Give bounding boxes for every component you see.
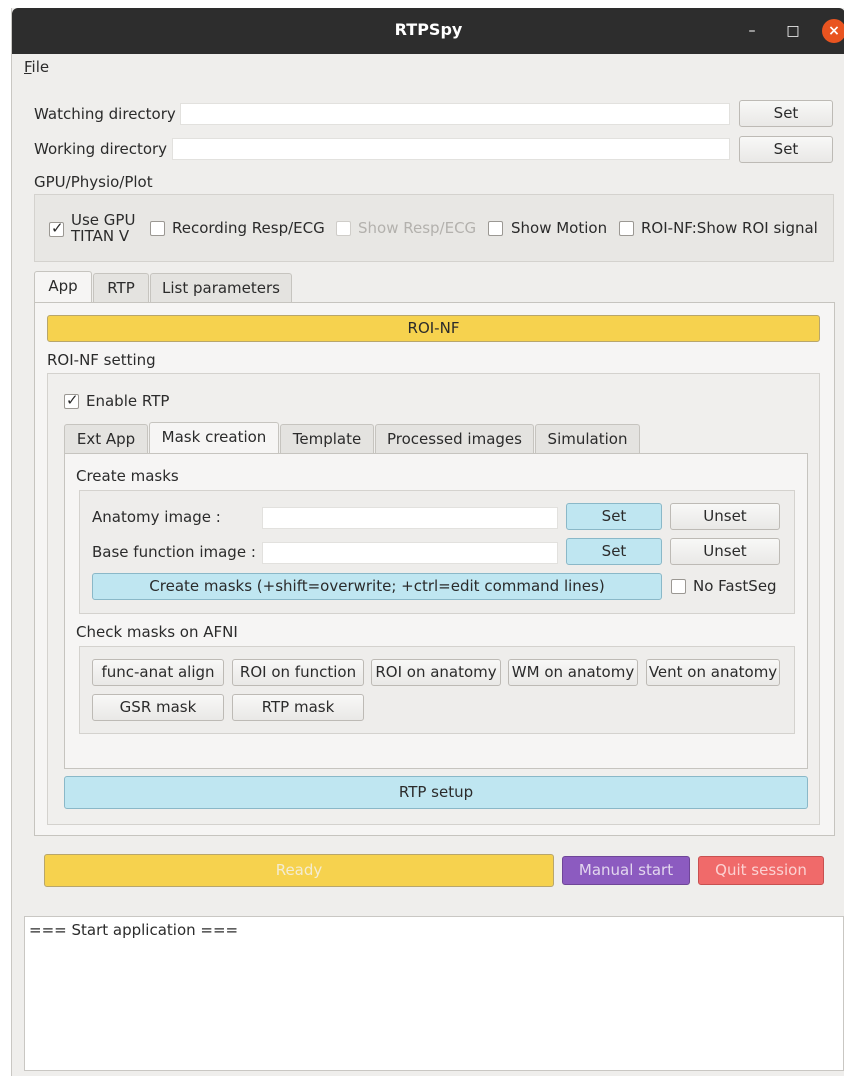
show-resp-ecg-checkbox [336,221,351,236]
watching-directory-field[interactable] [180,103,730,125]
use-gpu-checkbox[interactable]: ✓ [49,219,64,237]
use-gpu-label-line2: TITAN V [71,227,130,245]
menu-file-label: ile [31,58,50,76]
quit-session-button[interactable]: Quit session [698,856,824,885]
rtp-mask-button[interactable]: RTP mask [232,694,364,721]
checkmark-icon: ✓ [66,391,79,409]
base-function-unset-button[interactable]: Unset [670,538,780,565]
no-fastseg-checkbox[interactable] [671,579,686,594]
show-motion-label: Show Motion [511,219,608,237]
rtp-setup-button[interactable]: RTP setup [64,776,808,809]
working-directory-field[interactable] [172,138,730,160]
func-anat-align-button[interactable]: func-anat align [92,659,224,686]
enable-rtp-checkbox[interactable]: ✓ [64,391,79,409]
window-title: RTPSpy [394,20,463,39]
wm-on-anatomy-button[interactable]: WM on anatomy [508,659,638,686]
no-fastseg-label: No FastSeg [693,577,777,595]
log-output[interactable]: === Start application === [24,916,844,1071]
recording-resp-ecg-checkbox[interactable] [150,221,165,236]
anatomy-set-button[interactable]: Set [566,503,662,530]
check-masks-title: Check masks on AFNI [76,623,238,641]
roi-on-function-button[interactable]: ROI on function [232,659,364,686]
show-resp-ecg-label: Show Resp/ECG [358,219,477,237]
roi-signal-label: ROI-NF:Show ROI signal [641,219,818,237]
anatomy-image-field[interactable] [262,507,558,529]
recording-resp-ecg-label: Recording Resp/ECG [172,219,325,237]
tab-ext-app[interactable]: Ext App [64,424,148,454]
roi-nf-setting-title: ROI-NF setting [47,351,156,369]
app-window: RTPSpy – □ × File Watching directory Set… [11,8,844,1076]
base-function-image-field[interactable] [262,542,558,564]
use-gpu-label-line1: Use GPU [71,211,136,229]
roi-nf-button[interactable]: ROI-NF [47,315,820,342]
enable-rtp-label: Enable RTP [86,392,170,410]
show-motion-checkbox[interactable] [488,221,503,236]
vent-on-anatomy-button[interactable]: Vent on anatomy [646,659,780,686]
ready-button[interactable]: Ready [44,854,554,887]
create-masks-title: Create masks [76,467,179,485]
gpu-physio-plot-group: ✓ Use GPU TITAN V Recording Resp/ECG Sho… [34,194,834,262]
tab-processed-images[interactable]: Processed images [375,424,534,454]
menu-file[interactable]: File [24,58,49,76]
roi-on-anatomy-button[interactable]: ROI on anatomy [371,659,501,686]
anatomy-unset-button[interactable]: Unset [670,503,780,530]
roi-nf-setting-group: ✓ Enable RTP Ext App Mask creation Templ… [47,373,820,825]
maximize-icon[interactable]: □ [781,19,805,43]
checkmark-icon: ✓ [51,219,64,237]
base-function-set-button[interactable]: Set [566,538,662,565]
watching-directory-set-button[interactable]: Set [739,100,833,127]
tab-app[interactable]: App [34,271,92,303]
create-masks-button[interactable]: Create masks (+shift=overwrite; +ctrl=ed… [92,573,662,600]
check-masks-group: func-anat align ROI on function ROI on a… [79,646,795,734]
base-function-image-label: Base function image : [92,543,256,561]
tab-mask-creation[interactable]: Mask creation [149,422,279,454]
log-line: === Start application === [29,921,239,939]
anatomy-image-label: Anatomy image : [92,508,221,526]
tab-list-parameters[interactable]: List parameters [150,273,292,303]
watching-directory-label: Watching directory [34,105,176,123]
working-directory-label: Working directory [34,140,168,158]
app-tab-panel: ROI-NF ROI-NF setting ✓ Enable RTP Ext A… [34,302,835,836]
use-gpu-label: Use GPU TITAN V [71,212,135,244]
mask-creation-panel: Create masks Anatomy image : Set Unset B… [64,453,808,769]
tab-rtp[interactable]: RTP [93,273,149,303]
title-bar: RTPSpy – □ × [12,8,844,54]
close-icon[interactable]: × [822,19,844,43]
manual-start-button[interactable]: Manual start [562,856,690,885]
minimize-icon[interactable]: – [740,19,764,43]
menu-bar: File [12,54,844,82]
working-directory-set-button[interactable]: Set [739,136,833,163]
tab-simulation[interactable]: Simulation [535,424,640,454]
gsr-mask-button[interactable]: GSR mask [92,694,224,721]
gpu-section-title: GPU/Physio/Plot [34,173,153,191]
tab-template[interactable]: Template [280,424,374,454]
create-masks-group: Anatomy image : Set Unset Base function … [79,490,795,614]
menu-file-mnemonic: F [24,58,32,76]
roi-signal-checkbox[interactable] [619,221,634,236]
